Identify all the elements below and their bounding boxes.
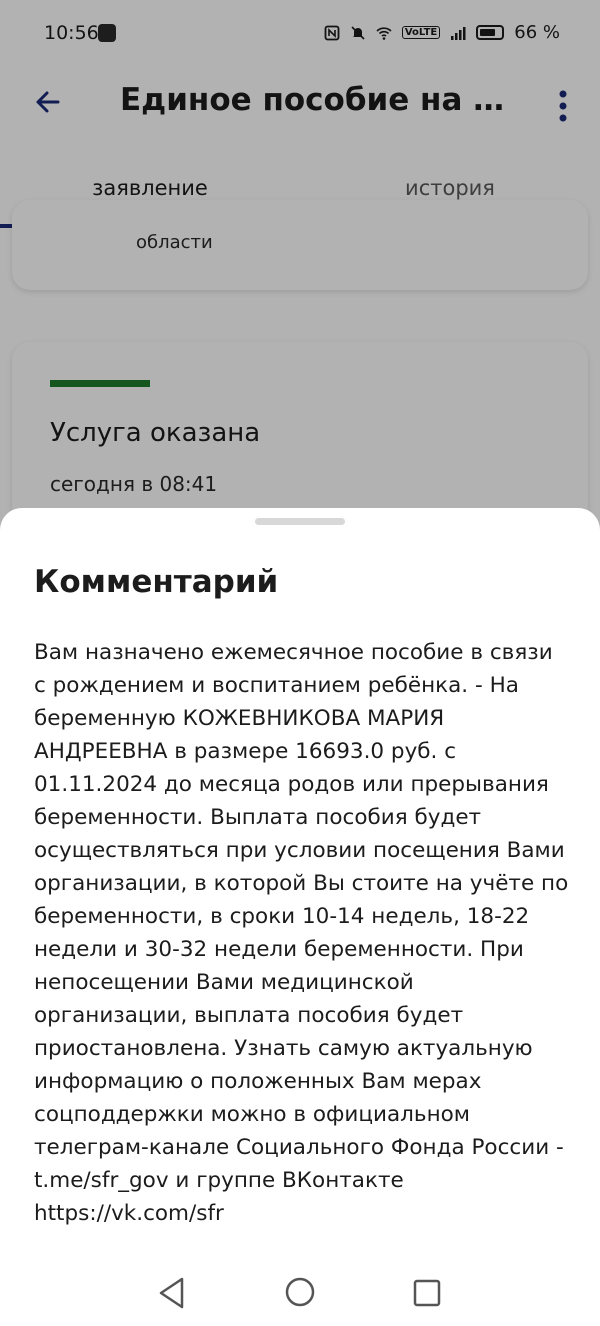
nav-recent-icon[interactable] bbox=[412, 1278, 442, 1308]
nav-back-icon[interactable] bbox=[156, 1276, 188, 1310]
nav-home-icon[interactable] bbox=[284, 1276, 316, 1308]
system-nav-bar bbox=[0, 1258, 600, 1326]
comment-bottom-sheet: Комментарий Вам назначено ежемесячное по… bbox=[0, 508, 600, 1326]
comment-text: Вам назначено ежемесячное пособие в связ… bbox=[34, 640, 569, 1226]
sheet-title: Комментарий bbox=[34, 564, 279, 600]
drag-handle[interactable] bbox=[255, 518, 345, 525]
